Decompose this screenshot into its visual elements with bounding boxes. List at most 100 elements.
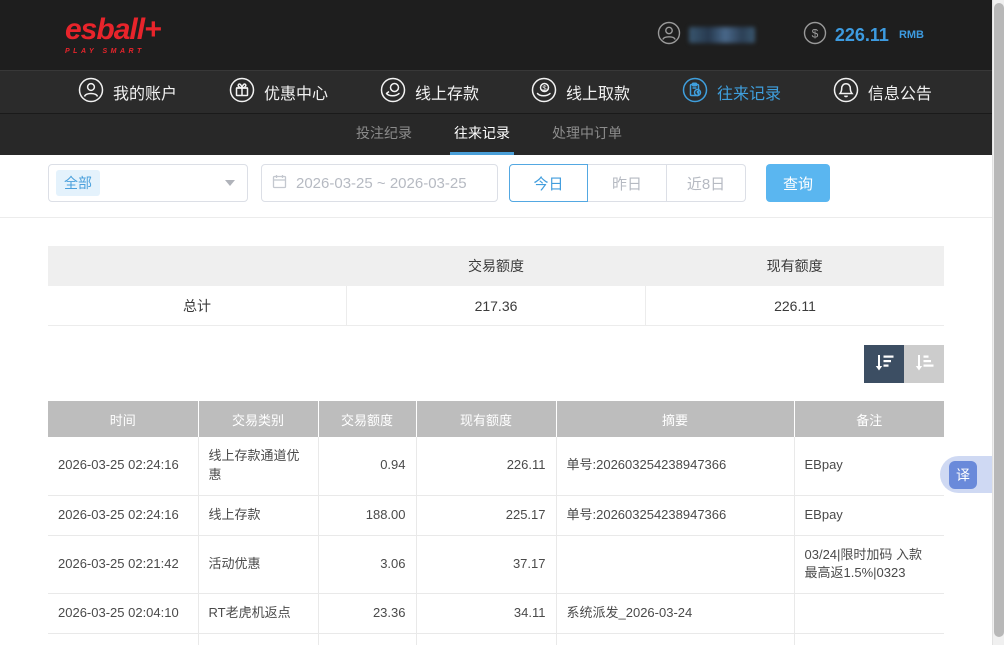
nav-label: 往来记录 bbox=[717, 80, 781, 104]
table-row: 2026-03-25 02:21:42 活动优惠 3.06 37.17 03/2… bbox=[48, 535, 944, 594]
records-icon bbox=[682, 77, 708, 108]
type-select[interactable]: 全部 bbox=[48, 164, 248, 202]
balance-coin-icon: $ bbox=[803, 21, 827, 50]
user-avatar-icon[interactable] bbox=[657, 21, 681, 50]
nav-label: 我的账户 bbox=[113, 80, 177, 104]
username-blurred[interactable] bbox=[689, 27, 755, 43]
withdraw-icon: $ bbox=[531, 77, 557, 108]
date-range-input[interactable]: 2026-03-25 ~ 2026-03-25 bbox=[261, 164, 498, 202]
cell-category: 签到活动 bbox=[198, 634, 318, 645]
main-nav: 我的账户 优惠中心 线上存款 $ 线上取款 bbox=[0, 70, 1004, 113]
table-row: 2026-03-25 02:04:10 RT老虎机返点 23.36 34.11 … bbox=[48, 594, 944, 634]
summary-total-row: 总计 217.36 226.11 bbox=[48, 286, 944, 326]
cell-time: 2026-03-25 00:46:03 bbox=[48, 634, 198, 645]
nav-item-announcements[interactable]: 信息公告 bbox=[833, 77, 932, 108]
scrollbar-thumb[interactable] bbox=[994, 3, 1004, 637]
vertical-scrollbar[interactable] bbox=[992, 0, 1004, 645]
cell-summary: 单号:202603254238947366 bbox=[556, 495, 794, 535]
cell-summary: 电棋日日签到A*综-全_0324 bbox=[556, 634, 794, 645]
cell-remark bbox=[794, 634, 944, 645]
date-range-value: 2026-03-25 ~ 2026-03-25 bbox=[296, 175, 467, 192]
cell-remark: 03/24|限时加码 入款最高返1.5%|0323 bbox=[794, 535, 944, 594]
chevron-down-icon bbox=[225, 180, 235, 186]
summary-current-amount: 226.11 bbox=[646, 286, 944, 325]
nav-label: 线上取款 bbox=[566, 80, 630, 104]
nav-label: 线上存款 bbox=[415, 80, 479, 104]
logo-text: esball+ bbox=[65, 15, 161, 45]
cell-category: 线上存款通道优惠 bbox=[198, 437, 318, 495]
cell-category: 活动优惠 bbox=[198, 535, 318, 594]
cell-category: 线上存款 bbox=[198, 495, 318, 535]
translate-widget[interactable]: 译 bbox=[940, 456, 992, 493]
nav-item-transaction-records[interactable]: 往来记录 bbox=[682, 77, 781, 108]
nav-item-promotions[interactable]: 优惠中心 bbox=[229, 77, 328, 108]
cell-amount: 2.00 bbox=[318, 634, 416, 645]
cell-time: 2026-03-25 02:24:16 bbox=[48, 437, 198, 495]
nav-item-online-withdraw[interactable]: $ 线上取款 bbox=[531, 77, 630, 108]
cell-amount: 3.06 bbox=[318, 535, 416, 594]
cell-remark: EBpay bbox=[794, 495, 944, 535]
tab-betting-records[interactable]: 投注纪录 bbox=[352, 114, 416, 155]
cell-remark: EBpay bbox=[794, 437, 944, 495]
table-row: 2026-03-25 02:24:16 线上存款通道优惠 0.94 226.11… bbox=[48, 437, 944, 495]
account-summary: $ 226.11 RMB bbox=[657, 21, 924, 50]
quick-date-buttons: 今日 昨日 近8日 bbox=[509, 164, 746, 202]
nav-item-my-account[interactable]: 我的账户 bbox=[78, 77, 177, 108]
cell-balance: 226.11 bbox=[416, 437, 556, 495]
nav-label: 优惠中心 bbox=[264, 80, 328, 104]
nav-item-online-deposit[interactable]: 线上存款 bbox=[380, 77, 479, 108]
top-bar: esball+ PLAY SMART $ 226.11 RMB bbox=[0, 0, 1004, 70]
sort-descending-button[interactable] bbox=[864, 345, 904, 383]
yesterday-button[interactable]: 昨日 bbox=[588, 164, 667, 202]
balance-currency: RMB bbox=[899, 29, 924, 41]
last-8-days-button[interactable]: 近8日 bbox=[667, 164, 746, 202]
cell-amount: 0.94 bbox=[318, 437, 416, 495]
summary-total-label: 总计 bbox=[48, 286, 347, 325]
col-header-amount: 交易额度 bbox=[318, 401, 416, 437]
filter-row: 全部 2026-03-25 ~ 2026-03-25 今日 昨日 近8日 查询 bbox=[48, 164, 1004, 202]
site-logo[interactable]: esball+ PLAY SMART bbox=[65, 15, 161, 55]
sort-descending-icon bbox=[873, 351, 895, 378]
nav-label: 信息公告 bbox=[868, 80, 932, 104]
col-header-time: 时间 bbox=[48, 401, 198, 437]
tab-transaction-records[interactable]: 往来记录 bbox=[450, 114, 514, 155]
cell-balance: 10.75 bbox=[416, 634, 556, 645]
summary-header-transaction: 交易额度 bbox=[347, 246, 646, 286]
cell-time: 2026-03-25 02:24:16 bbox=[48, 495, 198, 535]
cell-time: 2026-03-25 02:21:42 bbox=[48, 535, 198, 594]
cell-remark bbox=[794, 594, 944, 634]
gift-icon bbox=[229, 77, 255, 108]
tab-pending-orders[interactable]: 处理中订单 bbox=[548, 114, 626, 155]
transactions-table-header: 时间 交易类别 交易额度 现有额度 摘要 备注 bbox=[48, 401, 944, 437]
cell-amount: 23.36 bbox=[318, 594, 416, 634]
transactions-table: 时间 交易类别 交易额度 现有额度 摘要 备注 2026-03-25 02:24… bbox=[48, 401, 944, 645]
cell-summary bbox=[556, 535, 794, 594]
today-button[interactable]: 今日 bbox=[509, 164, 588, 202]
divider bbox=[0, 217, 1004, 218]
cell-amount: 188.00 bbox=[318, 495, 416, 535]
cell-balance: 225.17 bbox=[416, 495, 556, 535]
col-header-remark: 备注 bbox=[794, 401, 944, 437]
col-header-summary: 摘要 bbox=[556, 401, 794, 437]
summary-header-empty bbox=[48, 246, 347, 286]
user-icon bbox=[78, 77, 104, 108]
col-header-balance: 现有额度 bbox=[416, 401, 556, 437]
summary-table: 交易额度 现有额度 总计 217.36 226.11 bbox=[48, 246, 944, 326]
svg-text:$: $ bbox=[812, 26, 819, 40]
cell-summary: 单号:202603254238947366 bbox=[556, 437, 794, 495]
summary-header-current: 现有额度 bbox=[645, 246, 944, 286]
sort-ascending-button[interactable] bbox=[904, 345, 944, 383]
table-row: 2026-03-25 00:46:03 签到活动 2.00 10.75 电棋日日… bbox=[48, 634, 944, 645]
cell-balance: 37.17 bbox=[416, 535, 556, 594]
summary-header-row: 交易额度 现有额度 bbox=[48, 246, 944, 286]
record-subtabs: 投注纪录 往来记录 处理中订单 bbox=[0, 113, 1004, 155]
cell-balance: 34.11 bbox=[416, 594, 556, 634]
bell-icon bbox=[833, 77, 859, 108]
sort-ascending-icon bbox=[913, 351, 935, 378]
translate-icon: 译 bbox=[949, 461, 977, 489]
search-button[interactable]: 查询 bbox=[766, 164, 830, 202]
cell-time: 2026-03-25 02:04:10 bbox=[48, 594, 198, 634]
col-header-category: 交易类别 bbox=[198, 401, 318, 437]
cell-category: RT老虎机返点 bbox=[198, 594, 318, 634]
sort-bar bbox=[48, 345, 944, 383]
